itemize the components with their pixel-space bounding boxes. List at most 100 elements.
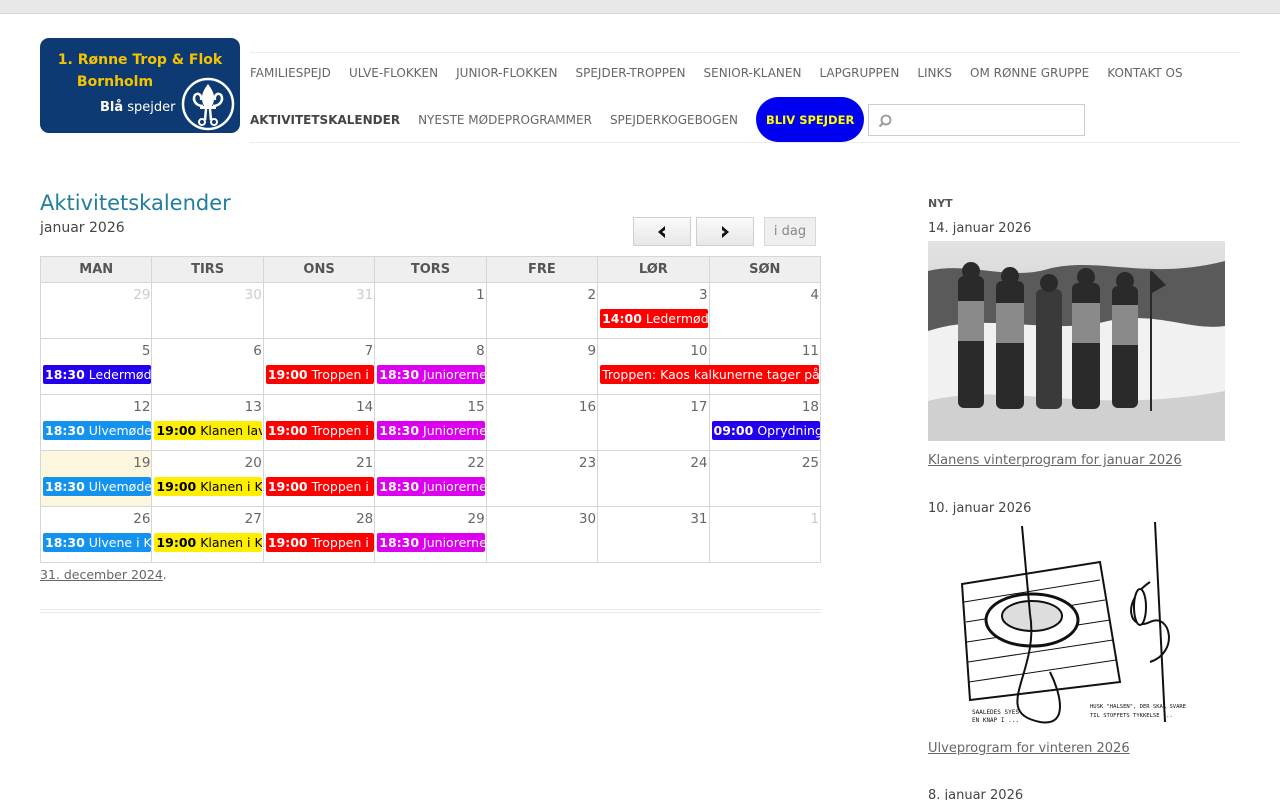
calendar-day-cell[interactable]: 4 bbox=[708, 282, 822, 339]
nav-ulve-flokken[interactable]: Ulve-flokken bbox=[349, 66, 438, 80]
nav-familiespejd[interactable]: Familiespejd bbox=[250, 66, 331, 80]
calendar-event[interactable]: 19:00 Troppen i K bbox=[265, 421, 374, 440]
calendar-prev-button[interactable] bbox=[633, 217, 691, 246]
calendar-day-cell[interactable]: 9 bbox=[485, 338, 599, 395]
calendar-event[interactable]: 14:00 Ledermøde bbox=[600, 309, 709, 328]
event-time: 09:00 bbox=[713, 423, 754, 438]
calendar-event[interactable]: 19:00 Klanen i Kar bbox=[154, 533, 263, 552]
nav-om-ronne-gruppe[interactable]: Om Rønne Gruppe bbox=[970, 66, 1089, 80]
calendar-event[interactable]: 18:30 Juniorerne i bbox=[377, 365, 486, 384]
button-sewing-sketch[interactable]: SAALEDES SYES EN KNAP I ... HUSK "HALSEN… bbox=[950, 521, 1210, 730]
calendar-event[interactable]: 18:30 Juniorerne i bbox=[377, 421, 486, 440]
calendar-day-cell[interactable]: 1 bbox=[374, 282, 487, 339]
calendar-event[interactable]: 19:00 Troppen i K bbox=[265, 365, 374, 384]
calendar-day-cell[interactable]: 19 18:30 Ulvemøde i bbox=[39, 450, 153, 507]
calendar-day-cell[interactable]: 8 18:30 Juniorerne i bbox=[374, 338, 487, 395]
event-time: 19:00 bbox=[156, 479, 197, 494]
calendar-day-cell[interactable]: 14 19:00 Troppen i K bbox=[262, 394, 376, 451]
calendar-day-cell[interactable]: 17 bbox=[597, 394, 710, 451]
calendar-event[interactable]: 19:00 Troppen i K bbox=[265, 477, 374, 496]
calendar-day-cell[interactable]: 23 bbox=[485, 450, 599, 507]
nav-aktivitetskalender[interactable]: Aktivitetskalender bbox=[250, 113, 400, 127]
calendar-day-cell[interactable]: 29 bbox=[39, 282, 153, 339]
day-number: 5 bbox=[141, 343, 151, 359]
day-number: 29 bbox=[133, 287, 151, 303]
nav-nyeste-modeprogrammer[interactable]: Nyeste mødeprogrammer bbox=[418, 113, 592, 127]
nav-spejderkogebogen[interactable]: Spejderkogebogen bbox=[610, 113, 738, 127]
day-number: 23 bbox=[578, 455, 597, 471]
scouts-group-photo[interactable] bbox=[928, 241, 1225, 441]
nav-kontakt-os[interactable]: Kontakt os bbox=[1107, 66, 1182, 80]
day-number: 8 bbox=[476, 343, 485, 359]
day-number: 31 bbox=[356, 287, 374, 303]
nav-spejder-troppen[interactable]: Spejder-troppen bbox=[576, 66, 686, 80]
event-time: 18:30 bbox=[379, 423, 420, 438]
calendar-day-cell[interactable]: 30 bbox=[151, 282, 264, 339]
calendar-day-cell[interactable]: 22 18:30 Juniorerne i bbox=[374, 450, 487, 507]
calendar-day-cell[interactable]: 31 bbox=[597, 506, 710, 563]
calendar-day-cell[interactable]: 15 18:30 Juniorerne i bbox=[374, 394, 487, 451]
calendar-next-button[interactable] bbox=[696, 217, 754, 246]
logo-tagline-rest: spejder bbox=[127, 100, 176, 115]
nav-senior-klanen[interactable]: Senior-klanen bbox=[704, 66, 802, 80]
bliv-spejder-button[interactable]: BLIV SPEJDER bbox=[755, 97, 865, 142]
calendar-event[interactable]: 18:30 Juniorerne i bbox=[377, 533, 486, 552]
calendar-day-cell[interactable]: 18 09:00 Oprydning bbox=[708, 394, 822, 451]
calendar-day-cell[interactable]: 30 bbox=[485, 506, 599, 563]
calendar-day-cell[interactable]: 6 bbox=[151, 338, 264, 395]
day-number: 12 bbox=[133, 399, 151, 415]
browser-top-strip bbox=[0, 0, 1280, 14]
fleur-de-lis-icon bbox=[181, 77, 235, 131]
calendar-event[interactable]: Troppen: Kaos kalkunerne tager på h bbox=[600, 365, 820, 384]
calendar-day-cell[interactable]: 26 18:30 Ulvene i Kar bbox=[39, 506, 153, 563]
calendar-event[interactable]: 19:00 Klanen lave bbox=[154, 421, 263, 440]
calendar-event[interactable]: 18:30 Ulvemøde i bbox=[43, 421, 151, 440]
event-time: 19:00 bbox=[267, 367, 308, 382]
search-input[interactable] bbox=[869, 104, 1085, 135]
nav-links[interactable]: Links bbox=[917, 66, 952, 80]
event-title: Klanen lave bbox=[200, 423, 263, 438]
calendar-event[interactable]: 18:30 Ulvemøde i bbox=[43, 477, 151, 496]
post-date: 8. januar 2026 bbox=[928, 788, 1024, 800]
site-logo[interactable]: 1. Rønne Trop & Flok Bornholm Blå spejde… bbox=[40, 38, 240, 133]
calendar-day-cell[interactable]: 27 19:00 Klanen i Kar bbox=[151, 506, 264, 563]
event-title: Ulvemøde i bbox=[88, 423, 151, 438]
previous-event-link[interactable]: 31. december 2024 bbox=[40, 567, 163, 582]
calendar-day-cell[interactable]: 1 bbox=[708, 506, 822, 563]
calendar-day-cell[interactable]: 24 bbox=[597, 450, 710, 507]
calendar-day-cell[interactable]: 16 bbox=[485, 394, 599, 451]
post-link[interactable]: Klanens vinterprogram for januar 2026 bbox=[928, 453, 1182, 468]
calendar-day-cell[interactable]: 28 19:00 Troppen i K bbox=[262, 506, 376, 563]
calendar-event[interactable]: 19:00 Klanen i Kar bbox=[154, 477, 263, 496]
calendar-event[interactable]: 19:00 Troppen i K bbox=[265, 533, 374, 552]
calendar-day-cell[interactable]: 29 18:30 Juniorerne i bbox=[374, 506, 487, 563]
calendar-day-cell[interactable]: 12 18:30 Ulvemøde i bbox=[39, 394, 153, 451]
day-number: 20 bbox=[244, 455, 262, 471]
calendar-day-cell[interactable]: 3 14:00 Ledermøde bbox=[597, 282, 710, 339]
calendar-day-cell[interactable]: 7 19:00 Troppen i K bbox=[262, 338, 376, 395]
calendar-today-button[interactable]: i dag bbox=[764, 217, 816, 246]
search-icon bbox=[879, 114, 892, 127]
calendar-event[interactable]: 18:30 Ledermøde bbox=[43, 365, 151, 384]
calendar-day-cell[interactable]: 2 bbox=[485, 282, 599, 339]
post-link[interactable]: Ulveprogram for vinteren 2026 bbox=[928, 741, 1130, 756]
calendar-day-cell[interactable]: 25 bbox=[708, 450, 822, 507]
weekday-header: Tirs bbox=[151, 256, 264, 283]
calendar-event[interactable]: 18:30 Ulvene i Kar bbox=[43, 533, 151, 552]
nav-lapgruppen[interactable]: Lapgruppen bbox=[819, 66, 899, 80]
event-title: Juniorerne i bbox=[423, 423, 486, 438]
day-number: 3 bbox=[698, 287, 708, 303]
calendar-day-cell[interactable]: 20 19:00 Klanen i Kar bbox=[151, 450, 264, 507]
calendar-event[interactable]: 18:30 Juniorerne i bbox=[377, 477, 486, 496]
calendar-day-cell[interactable]: 13 19:00 Klanen lave bbox=[151, 394, 264, 451]
calendar-day-cell[interactable]: 10 Troppen: Kaos kalkunerne tager på h bbox=[597, 338, 820, 395]
event-title: Troppen i K bbox=[311, 479, 374, 494]
nav-junior-flokken[interactable]: Junior-flokken bbox=[456, 66, 557, 80]
calendar-event[interactable]: 09:00 Oprydning bbox=[711, 421, 820, 440]
calendar-day-cell[interactable]: 21 19:00 Troppen i K bbox=[262, 450, 376, 507]
event-time: 19:00 bbox=[267, 479, 308, 494]
day-number: 21 bbox=[356, 455, 374, 471]
sketch-caption-right-2: TIL STOFFETS TYKKELSE ... bbox=[1090, 713, 1173, 719]
calendar-day-cell[interactable]: 31 bbox=[262, 282, 376, 339]
calendar-day-cell[interactable]: 5 18:30 Ledermøde bbox=[39, 338, 153, 395]
